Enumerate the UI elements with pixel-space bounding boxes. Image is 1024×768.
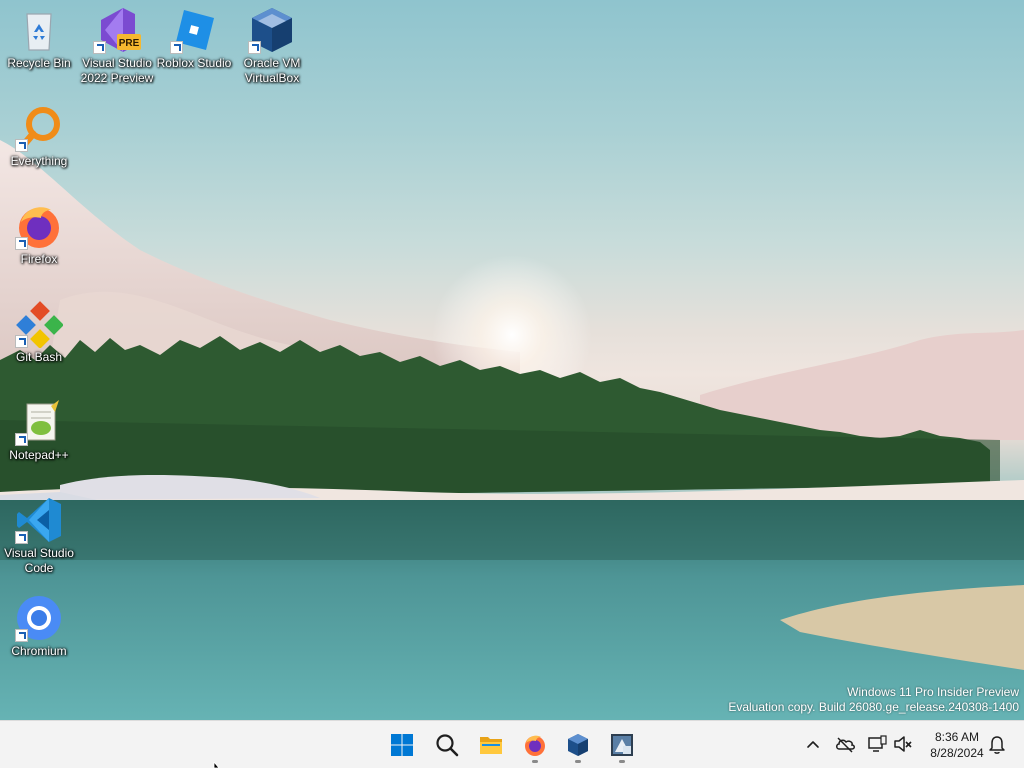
desktop-icon-notepad-plus-plus[interactable]: Notepad++ xyxy=(1,398,77,463)
notepad-plus-plus-icon xyxy=(15,398,63,446)
search-icon xyxy=(436,734,459,757)
chevron-up-icon xyxy=(807,741,819,748)
firefox-taskbar-button[interactable] xyxy=(515,725,555,765)
desktop-icon-recycle-bin[interactable]: Recycle Bin xyxy=(1,6,77,71)
windows-logo-icon xyxy=(391,734,413,756)
desktop-icon-label: Firefox xyxy=(20,252,58,266)
network-tray-button[interactable] xyxy=(866,733,888,755)
desktop-icon-label: Recycle Bin xyxy=(7,56,71,70)
mouse-cursor-icon xyxy=(213,762,220,768)
shortcut-arrow-icon xyxy=(15,629,28,642)
desktop-icon-label: Notepad++ xyxy=(9,448,69,462)
desktop-icon-git-bash[interactable]: Git Bash xyxy=(1,300,77,365)
desktop-icon-chromium[interactable]: Chromium xyxy=(1,594,77,659)
everything-search-icon xyxy=(15,104,63,152)
volume-tray-button[interactable] xyxy=(892,733,914,755)
desktop-icon-label: Roblox Studio xyxy=(156,56,232,70)
shortcut-arrow-icon xyxy=(15,139,28,152)
roblox-studio-icon xyxy=(170,6,218,54)
clock-time: 8:36 AM xyxy=(934,730,980,744)
firefox-icon xyxy=(525,735,545,756)
taskbar: 8:36 AM 8/28/2024 xyxy=(0,720,1024,768)
desktop-icon-everything[interactable]: Everything xyxy=(1,104,77,169)
visual-studio-icon: PRE xyxy=(93,6,141,54)
onedrive-tray-button[interactable] xyxy=(834,733,856,755)
running-indicator xyxy=(575,760,581,763)
search-button[interactable] xyxy=(427,725,467,765)
desktop-icon-label: Oracle VM VirtualBox xyxy=(243,56,301,85)
cloud-offline-icon xyxy=(836,737,855,753)
file-explorer-button[interactable] xyxy=(471,725,511,765)
running-indicator xyxy=(532,760,538,763)
bell-icon xyxy=(989,736,1005,754)
virtualbox-taskbar-button[interactable] xyxy=(558,725,598,765)
shortcut-arrow-icon xyxy=(15,531,28,544)
watermark-edition: Windows 11 Pro Insider Preview xyxy=(847,685,1019,699)
show-hidden-icons-button[interactable] xyxy=(802,733,824,755)
app-taskbar-button[interactable] xyxy=(602,725,642,765)
app-icon xyxy=(611,734,633,756)
shortcut-arrow-icon xyxy=(15,237,28,250)
wallpaper-landscape xyxy=(0,140,1024,720)
desktop-icon-label: Visual Studio 2022 Preview xyxy=(80,56,154,85)
desktop-icon-visual-studio-2022-preview[interactable]: PRE Visual Studio 2022 Preview xyxy=(79,6,155,86)
desktop-icon-visual-studio-code[interactable]: Visual Studio Code xyxy=(1,496,77,576)
desktop-icon-firefox[interactable]: Firefox xyxy=(1,202,77,267)
virtualbox-icon xyxy=(248,6,296,54)
speaker-muted-icon xyxy=(894,736,912,752)
recycle-bin-icon xyxy=(15,6,63,54)
notifications-button[interactable] xyxy=(986,733,1008,755)
firefox-icon xyxy=(15,202,63,250)
chromium-icon xyxy=(15,594,63,642)
clock-date: 8/28/2024 xyxy=(930,746,984,760)
start-button[interactable] xyxy=(382,725,422,765)
shortcut-arrow-icon xyxy=(248,41,261,54)
watermark-build: Evaluation copy. Build 26080.ge_release.… xyxy=(728,700,1019,714)
evaluation-watermark: Windows 11 Pro Insider Preview Evaluatio… xyxy=(728,685,1019,715)
desktop-icon-roblox-studio[interactable]: Roblox Studio xyxy=(156,6,232,71)
folder-icon xyxy=(480,737,502,754)
shortcut-arrow-icon xyxy=(170,41,183,54)
taskbar-clock[interactable]: 8:36 AM 8/28/2024 xyxy=(920,729,994,761)
shortcut-arrow-icon xyxy=(15,433,28,446)
vscode-icon xyxy=(15,496,63,544)
desktop-icon-label: Git Bash xyxy=(15,350,63,364)
desktop-icon-label: Visual Studio Code xyxy=(4,546,74,575)
running-indicator xyxy=(619,760,625,763)
desktop-icon-label: Everything xyxy=(10,154,68,168)
pre-badge: PRE xyxy=(119,38,140,49)
shortcut-arrow-icon xyxy=(93,41,106,54)
desktop-icon-label: Chromium xyxy=(11,644,67,658)
virtualbox-icon xyxy=(568,734,588,756)
git-bash-icon xyxy=(15,300,64,349)
network-icon xyxy=(868,735,887,752)
desktop-wallpaper xyxy=(0,0,1024,720)
desktop-icon-oracle-vm-virtualbox[interactable]: Oracle VM VirtualBox xyxy=(234,6,310,86)
shortcut-arrow-icon xyxy=(15,335,28,348)
